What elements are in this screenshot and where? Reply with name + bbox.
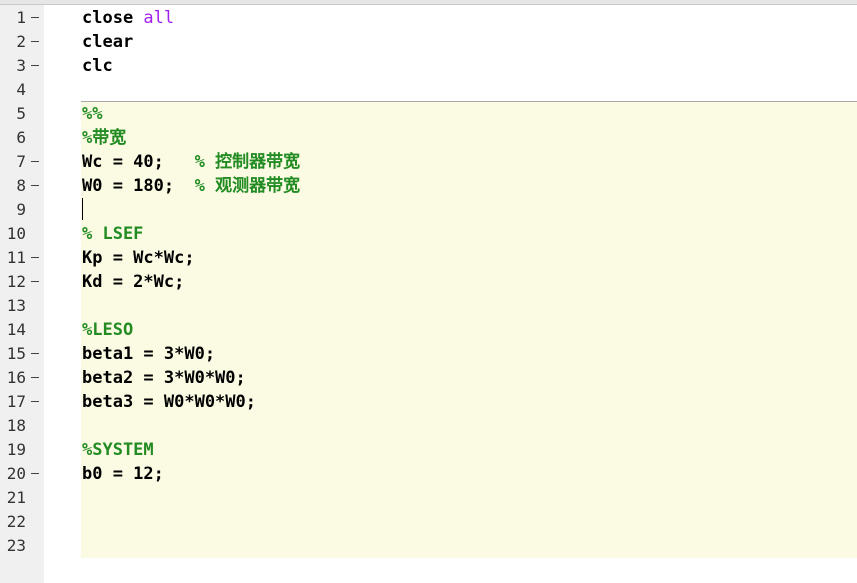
line-number-label: 10 [6, 224, 26, 243]
line-number-label: 3 [16, 56, 26, 75]
cell-separator [81, 101, 857, 102]
code-line-1[interactable]: close all [82, 6, 174, 30]
line-number-label: 14 [6, 320, 26, 339]
code-line-3[interactable]: clc [82, 54, 113, 78]
code-line-17[interactable]: beta3 = W0*W0*W0; [82, 390, 256, 414]
code-text: close [82, 8, 144, 28]
code-line-11[interactable]: Kp = Wc*Wc; [82, 246, 195, 270]
code-comment: % 观测器带宽 [194, 176, 301, 196]
line-number-label: 9 [16, 200, 26, 219]
code-text: clear [82, 32, 134, 52]
code-text: beta1 = 3*W0; [82, 344, 216, 364]
code-comment: %带宽 [82, 128, 127, 148]
code-text: W0 = 180; [82, 176, 195, 196]
code-text: Kp = Wc*Wc; [82, 248, 195, 268]
text-cursor [82, 198, 83, 220]
code-line-15[interactable]: beta1 = 3*W0; [82, 342, 215, 366]
code-line-8[interactable]: W0 = 180; % 观测器带宽 [82, 174, 300, 198]
line-number-gutter: 1 2 3 4 5 6 7 8 9 10 11 12 13 14 15 16 17 18 19 20 21 22 23 [0, 5, 44, 583]
line-number-label: 20 [6, 464, 26, 483]
code-text: Kd = 2*Wc; [82, 272, 185, 292]
line-number-21: 21 [0, 486, 44, 510]
line-number-8: 8 [0, 174, 44, 198]
line-number-label: 11 [6, 248, 26, 267]
line-number-label: 1 [16, 8, 26, 27]
line-number-14: 14 [0, 318, 44, 342]
line-number-16: 16 [0, 366, 44, 390]
line-number-6: 6 [0, 126, 44, 150]
line-number-17: 17 [0, 390, 44, 414]
breakpoint-marker-dash[interactable] [31, 473, 39, 474]
line-number-11: 11 [0, 246, 44, 270]
code-line-16[interactable]: beta2 = 3*W0*W0; [82, 366, 246, 390]
code-text: beta2 = 3*W0*W0; [82, 368, 246, 388]
line-number-label: 12 [6, 272, 26, 291]
code-line-7[interactable]: Wc = 40; % 控制器带宽 [82, 150, 300, 174]
line-number-22: 22 [0, 510, 44, 534]
line-number-label: 7 [16, 152, 26, 171]
code-text: clc [82, 56, 113, 76]
code-line-19[interactable]: %SYSTEM [82, 438, 154, 462]
line-number-19: 19 [0, 438, 44, 462]
line-number-2: 2 [0, 30, 44, 54]
breakpoint-marker-dash[interactable] [31, 377, 39, 378]
line-number-label: 5 [16, 104, 26, 123]
line-number-1: 1 [0, 6, 44, 30]
breakpoint-marker-dash[interactable] [31, 17, 39, 18]
code-comment: % LSEF [82, 224, 144, 244]
breakpoint-marker-dash[interactable] [31, 281, 39, 282]
line-number-13: 13 [0, 294, 44, 318]
code-comment: %% [82, 104, 103, 124]
line-number-label: 13 [6, 296, 26, 315]
toolbar-strip [0, 0, 857, 5]
line-number-20: 20 [0, 462, 44, 486]
line-number-label: 18 [6, 416, 26, 435]
line-number-5: 5 [0, 102, 44, 126]
line-number-23: 23 [0, 534, 44, 558]
code-line-14[interactable]: %LESO [82, 318, 133, 342]
code-line-12[interactable]: Kd = 2*Wc; [82, 270, 184, 294]
code-text: beta3 = W0*W0*W0; [82, 392, 256, 412]
code-comment: %LESO [82, 320, 134, 340]
code-line-5[interactable]: %% [82, 102, 102, 126]
breakpoint-marker-dash[interactable] [31, 185, 39, 186]
line-number-label: 21 [6, 488, 26, 507]
code-line-10[interactable]: % LSEF [82, 222, 143, 246]
line-number-label: 19 [6, 440, 26, 459]
line-number-label: 8 [16, 176, 26, 195]
code-line-20[interactable]: b0 = 12; [82, 462, 164, 486]
line-number-7: 7 [0, 150, 44, 174]
line-number-label: 15 [6, 344, 26, 363]
line-number-3: 3 [0, 54, 44, 78]
line-number-15: 15 [0, 342, 44, 366]
line-number-label: 22 [6, 512, 26, 531]
code-text: b0 = 12; [82, 464, 164, 484]
breakpoint-marker-dash[interactable] [31, 65, 39, 66]
line-number-10: 10 [0, 222, 44, 246]
code-line-6[interactable]: %带宽 [82, 126, 126, 150]
line-number-4: 4 [0, 78, 44, 102]
line-number-12: 12 [0, 270, 44, 294]
line-number-label: 2 [16, 32, 26, 51]
breakpoint-marker-dash[interactable] [31, 401, 39, 402]
code-line-2[interactable]: clear [82, 30, 133, 54]
line-number-label: 17 [6, 392, 26, 411]
line-number-label: 6 [16, 128, 26, 147]
line-number-label: 4 [16, 80, 26, 99]
line-number-label: 16 [6, 368, 26, 387]
breakpoint-marker-dash[interactable] [31, 41, 39, 42]
breakpoint-marker-dash[interactable] [31, 353, 39, 354]
code-comment: % 控制器带宽 [194, 152, 301, 172]
breakpoint-marker-dash[interactable] [31, 257, 39, 258]
code-keyword: all [143, 8, 175, 28]
line-number-label: 23 [6, 536, 26, 555]
code-comment: %SYSTEM [82, 440, 154, 460]
code-text: Wc = 40; [82, 152, 195, 172]
line-number-18: 18 [0, 414, 44, 438]
line-number-9: 9 [0, 198, 44, 222]
breakpoint-marker-dash[interactable] [31, 161, 39, 162]
